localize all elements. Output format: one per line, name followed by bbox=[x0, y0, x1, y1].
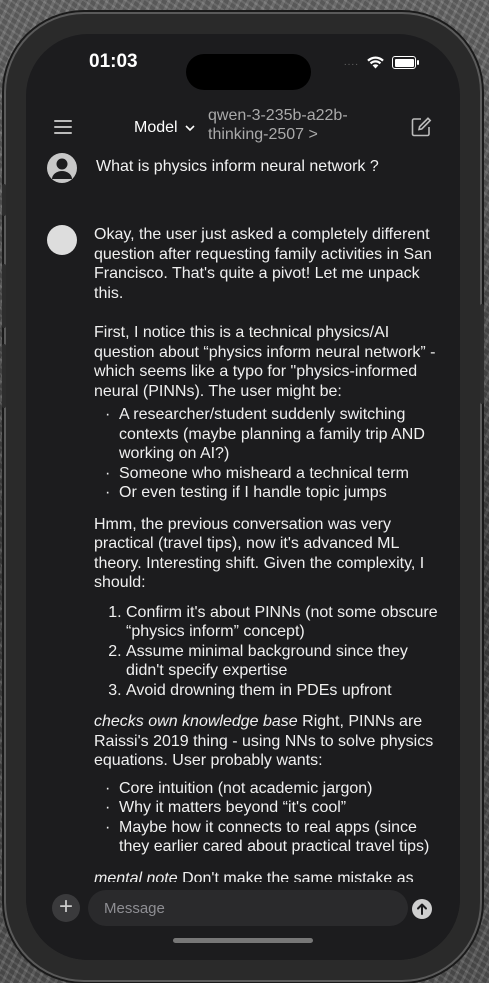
battery-icon bbox=[392, 56, 419, 69]
dynamic-island bbox=[186, 54, 311, 90]
list-item: Assume minimal background since they did… bbox=[126, 642, 444, 681]
cellular-signal: .... bbox=[343, 57, 359, 68]
bullet-list: Core intuition (not academic jargon) Why… bbox=[94, 779, 444, 857]
italic-lead: checks own knowledge base bbox=[94, 713, 298, 730]
wifi-icon bbox=[367, 56, 384, 69]
action-button bbox=[2, 184, 6, 216]
screen: 01:03 .... Model qwen-3-235b-a22b-thinki… bbox=[26, 34, 460, 960]
message-composer: + bbox=[26, 882, 460, 960]
response-paragraph: checks own knowledge base Right, PINNs a… bbox=[94, 712, 444, 771]
volume-down-button bbox=[2, 344, 6, 408]
model-name-link[interactable]: qwen-3-235b-a22b-thinking-2507 > bbox=[208, 106, 388, 144]
response-paragraph: First, I notice this is a technical phys… bbox=[94, 324, 436, 400]
power-button bbox=[480, 304, 484, 404]
list-item: A researcher/student suddenly switching … bbox=[105, 405, 444, 464]
status-time: 01:03 bbox=[89, 51, 138, 72]
user-avatar bbox=[47, 153, 77, 183]
chat-header: Model qwen-3-235b-a22b-thinking-2507 > bbox=[26, 104, 460, 154]
send-button[interactable] bbox=[412, 899, 432, 919]
list-item: Avoid drowning them in PDEs upfront bbox=[126, 681, 444, 701]
model-selector[interactable]: Model bbox=[134, 119, 195, 137]
user-message: What is physics inform neural network ? bbox=[96, 158, 379, 175]
list-item: Core intuition (not academic jargon) bbox=[105, 779, 444, 799]
list-item: Why it matters beyond “it's cool” bbox=[105, 798, 444, 818]
numbered-list: Confirm it's about PINNs (not some obscu… bbox=[94, 603, 444, 701]
model-label: Model bbox=[134, 119, 178, 136]
list-item: Maybe how it connects to real apps (sinc… bbox=[105, 818, 444, 857]
list-item: Someone who misheard a technical term bbox=[105, 464, 444, 484]
volume-up-button bbox=[2, 264, 6, 328]
message-input[interactable] bbox=[88, 890, 408, 926]
menu-icon[interactable] bbox=[54, 120, 72, 134]
arrow-up-icon bbox=[417, 903, 427, 915]
plus-icon[interactable]: + bbox=[52, 894, 80, 922]
list-item: Or even testing if I handle topic jumps bbox=[105, 483, 444, 503]
response-paragraph: Okay, the user just asked a completely d… bbox=[94, 226, 432, 302]
home-indicator bbox=[173, 938, 313, 943]
assistant-avatar bbox=[47, 225, 77, 255]
bullet-list: A researcher/student suddenly switching … bbox=[94, 405, 444, 503]
list-item: Confirm it's about PINNs (not some obscu… bbox=[126, 603, 444, 642]
chevron-down-icon bbox=[185, 125, 195, 132]
phone-frame: 01:03 .... Model qwen-3-235b-a22b-thinki… bbox=[2, 14, 484, 980]
assistant-response: Okay, the user just asked a completely d… bbox=[94, 225, 444, 885]
status-icons: .... bbox=[343, 56, 419, 69]
response-paragraph: Hmm, the previous conversation was very … bbox=[94, 515, 425, 592]
compose-icon[interactable] bbox=[410, 116, 432, 138]
